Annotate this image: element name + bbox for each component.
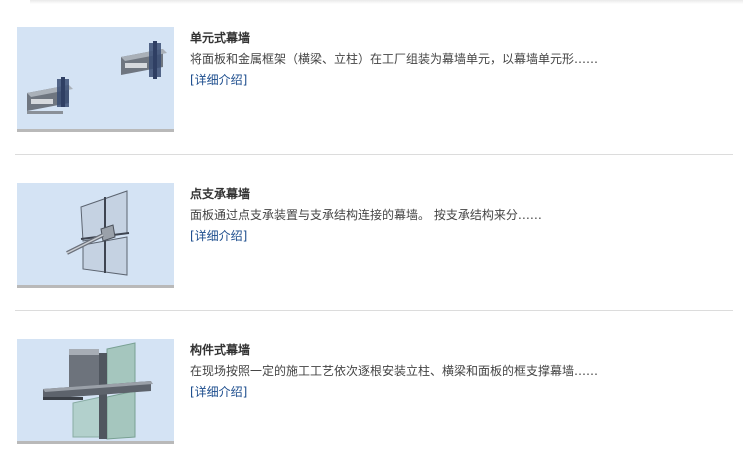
divider: [15, 154, 733, 155]
detail-link[interactable]: [详细介绍]: [190, 71, 247, 88]
list-item-unit-curtain-wall: 单元式幕墙 将面板和金属框架（横梁、立柱）在工厂组装为幕墙单元，以幕墙单元形………: [0, 0, 743, 156]
item-description: 在现场按照一定的施工工艺依次逐根安装立柱、横梁和面板的框支撑幕墙……: [190, 364, 599, 378]
item-description: 面板通过点支承装置与支承结构连接的幕墙。 按支承结构来分……: [190, 208, 542, 222]
item-title: 单元式幕墙: [190, 31, 251, 45]
divider: [15, 310, 733, 311]
list-item-point-supported-curtain-wall: 点支承幕墙 面板通过点支承装置与支承结构连接的幕墙。 按支承结构来分…… [详细…: [0, 156, 743, 312]
unit-curtain-wall-image[interactable]: [17, 27, 174, 132]
stick-curtain-wall-image[interactable]: [17, 339, 174, 444]
item-title: 构件式幕墙: [190, 343, 251, 357]
item-title: 点支承幕墙: [190, 187, 251, 201]
item-description: 将面板和金属框架（横梁、立柱）在工厂组装为幕墙单元，以幕墙单元形……: [190, 52, 599, 66]
list-item-stick-curtain-wall: 构件式幕墙 在现场按照一定的施工工艺依次逐根安装立柱、横梁和面板的框支撑幕墙………: [0, 312, 743, 468]
point-supported-curtain-wall-image[interactable]: [17, 183, 174, 288]
detail-link[interactable]: [详细介绍]: [190, 383, 247, 400]
detail-link[interactable]: [详细介绍]: [190, 227, 247, 244]
